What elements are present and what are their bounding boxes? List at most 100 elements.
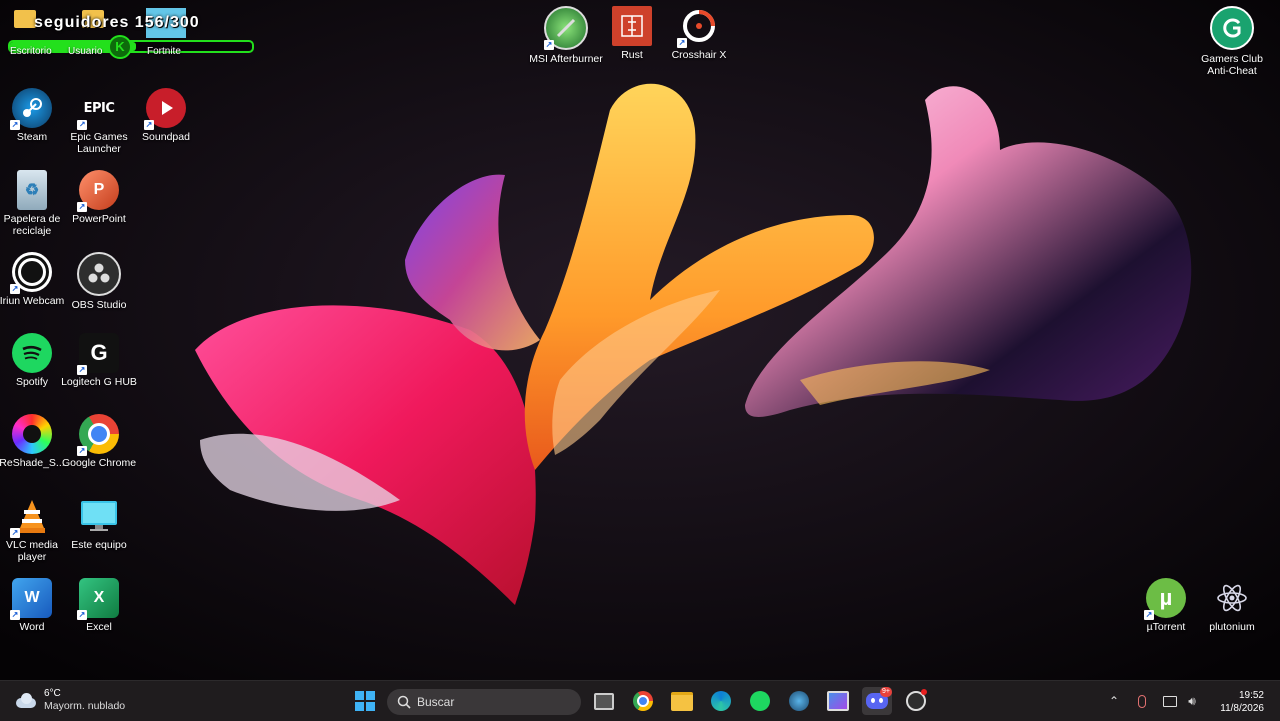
desktop-icon-iriun-webcam[interactable]: ↗ Iriun Webcam — [0, 252, 64, 307]
shortcut-arrow-icon: ↗ — [1144, 610, 1154, 620]
discord-notification-badge: 9+ — [880, 687, 892, 697]
icon-label: Crosshair X — [671, 49, 727, 61]
taskbar-edge[interactable] — [706, 687, 736, 715]
underlabel-fortnite: Fortnite — [147, 46, 181, 57]
desktop-icon-vlc[interactable]: ↗ VLC media player — [0, 496, 64, 563]
taskbar-spotify[interactable] — [745, 687, 775, 715]
logitech-glyph: G — [90, 340, 108, 365]
weather-widget[interactable]: 6°C Mayorm. nublado — [14, 688, 125, 713]
word-icon: W ↗ — [10, 578, 52, 620]
network-tray-button[interactable] — [1159, 689, 1181, 713]
clock-date: 11/8/2026 — [1220, 703, 1264, 714]
logitech-g-icon: G ↗ — [77, 333, 119, 375]
desktop-icon-crosshair-x[interactable]: ↗ Crosshair X — [667, 6, 731, 61]
task-view-button[interactable] — [589, 687, 619, 715]
recycle-bin-icon: ♻ — [17, 170, 47, 210]
epic-glyph: EPIC — [83, 100, 115, 116]
rust-icon — [612, 6, 652, 46]
icon-label: Google Chrome — [61, 457, 137, 469]
shortcut-arrow-icon: ↗ — [677, 38, 687, 48]
powerpoint-glyph: P — [93, 181, 105, 198]
taskbar-chrome[interactable] — [628, 687, 658, 715]
start-button[interactable] — [350, 687, 380, 715]
taskbar-search-box[interactable]: Buscar — [387, 689, 581, 715]
microphone-tray-button[interactable] — [1131, 689, 1153, 713]
gamers-club-icon — [1210, 6, 1254, 50]
taskbar-discord[interactable]: 9+ — [862, 687, 892, 715]
network-monitor-icon — [1163, 695, 1177, 707]
icon-label: Gamers Club Anti-Cheat — [1201, 53, 1263, 77]
desktop-icon-este-equipo[interactable]: Este equipo — [67, 496, 131, 551]
desktop-icon-reshade[interactable]: ReShade_S... — [0, 414, 65, 469]
microphone-icon — [1138, 694, 1146, 708]
icon-label: Excel — [86, 621, 112, 633]
snipping-tool-icon — [827, 691, 849, 711]
volume-tray-button[interactable]: 🔊︎ — [1181, 689, 1203, 713]
desktop-icon-utorrent[interactable]: µ ↗ µTorrent — [1134, 578, 1198, 633]
speaker-icon: 🔊︎ — [1188, 693, 1196, 708]
desktop-icon-gamers-club[interactable]: Gamers Club Anti-Cheat — [1200, 6, 1264, 77]
steam-icon: ↗ — [10, 88, 52, 130]
desktop-icon-msi-afterburner[interactable]: ↗ MSI Afterburner — [529, 6, 603, 65]
desktop-icon-obs-studio[interactable]: OBS Studio — [67, 252, 131, 311]
steam-icon — [789, 691, 809, 711]
folder-icon — [14, 10, 36, 28]
shortcut-arrow-icon: ↗ — [144, 120, 154, 130]
taskbar-snipping-tool[interactable] — [823, 687, 853, 715]
icon-label: OBS Studio — [71, 299, 127, 311]
desktop-icon-steam[interactable]: ↗ Steam — [0, 88, 64, 143]
show-hidden-icons-button[interactable]: ⌃ — [1103, 689, 1125, 713]
desktop-icon-word[interactable]: W ↗ Word — [0, 578, 64, 633]
shortcut-arrow-icon: ↗ — [77, 446, 87, 456]
icon-label: Soundpad — [142, 131, 190, 143]
desktop-icon-powerpoint[interactable]: P ↗ PowerPoint — [67, 170, 131, 225]
shortcut-arrow-icon: ↗ — [10, 284, 20, 294]
desktop-icon-epic-games[interactable]: EPIC ↗ Epic Games Launcher — [67, 88, 131, 156]
desktop-icon-soundpad[interactable]: ↗ Soundpad — [134, 88, 198, 143]
shortcut-arrow-icon: ↗ — [77, 120, 87, 130]
shortcut-arrow-icon: ↗ — [77, 365, 87, 375]
taskbar-obs[interactable] — [901, 687, 931, 715]
icon-label: plutonium — [1209, 621, 1255, 633]
webcam-icon: ↗ — [10, 252, 52, 294]
obs-icon — [77, 252, 121, 296]
search-placeholder: Buscar — [417, 695, 455, 709]
icon-label: Logitech G HUB — [61, 376, 137, 388]
spotify-icon — [750, 691, 770, 711]
edge-icon — [711, 691, 731, 711]
vlc-cone-icon: ↗ — [10, 496, 52, 538]
desktop-icon-rust[interactable]: Rust — [600, 6, 664, 61]
crosshair-icon: ↗ — [677, 6, 719, 48]
desktop-icon-excel[interactable]: X ↗ Excel — [67, 578, 131, 633]
cloudy-weather-icon — [14, 692, 38, 710]
excel-icon: X ↗ — [77, 578, 119, 620]
underlabel-usuario: Usuario — [68, 46, 103, 57]
follower-goal-overlay: seguidores 156/300 K Escritorio Usuario … — [8, 6, 254, 59]
chrome-icon — [633, 691, 653, 711]
desktop-icon-plutonium[interactable]: plutonium — [1200, 578, 1264, 633]
powerpoint-icon: P ↗ — [77, 170, 119, 212]
utorrent-glyph: µ — [1159, 585, 1173, 610]
word-glyph: W — [24, 589, 40, 606]
shortcut-arrow-icon: ↗ — [10, 528, 20, 538]
search-icon — [397, 695, 411, 709]
task-view-icon — [594, 692, 614, 710]
taskbar-steam[interactable] — [784, 687, 814, 715]
icon-label: Este equipo — [71, 539, 127, 551]
desktop-icon-logitech-ghub[interactable]: G ↗ Logitech G HUB — [61, 333, 137, 388]
taskbar-file-explorer[interactable] — [667, 687, 697, 715]
recording-dot — [921, 689, 927, 695]
desktop-icon-spotify[interactable]: Spotify — [0, 333, 64, 388]
follower-goal-text: seguidores 156/300 — [34, 14, 200, 31]
atom-icon — [1212, 578, 1252, 618]
desktop-icon-google-chrome[interactable]: ↗ Google Chrome — [62, 414, 136, 469]
taskbar-clock[interactable]: 19:52 11/8/2026 — [1220, 689, 1264, 715]
shortcut-arrow-icon: ↗ — [10, 610, 20, 620]
reshade-icon — [12, 414, 52, 454]
desktop-icon-recycle-bin[interactable]: ♻ Papelera de reciclaje — [0, 170, 64, 237]
icon-label: PowerPoint — [72, 213, 126, 225]
msi-afterburner-icon: ↗ — [544, 6, 588, 50]
clock-time: 19:52 — [1238, 690, 1264, 701]
folder-icon — [671, 691, 693, 711]
underlabel-escritorio: Escritorio — [10, 46, 52, 57]
